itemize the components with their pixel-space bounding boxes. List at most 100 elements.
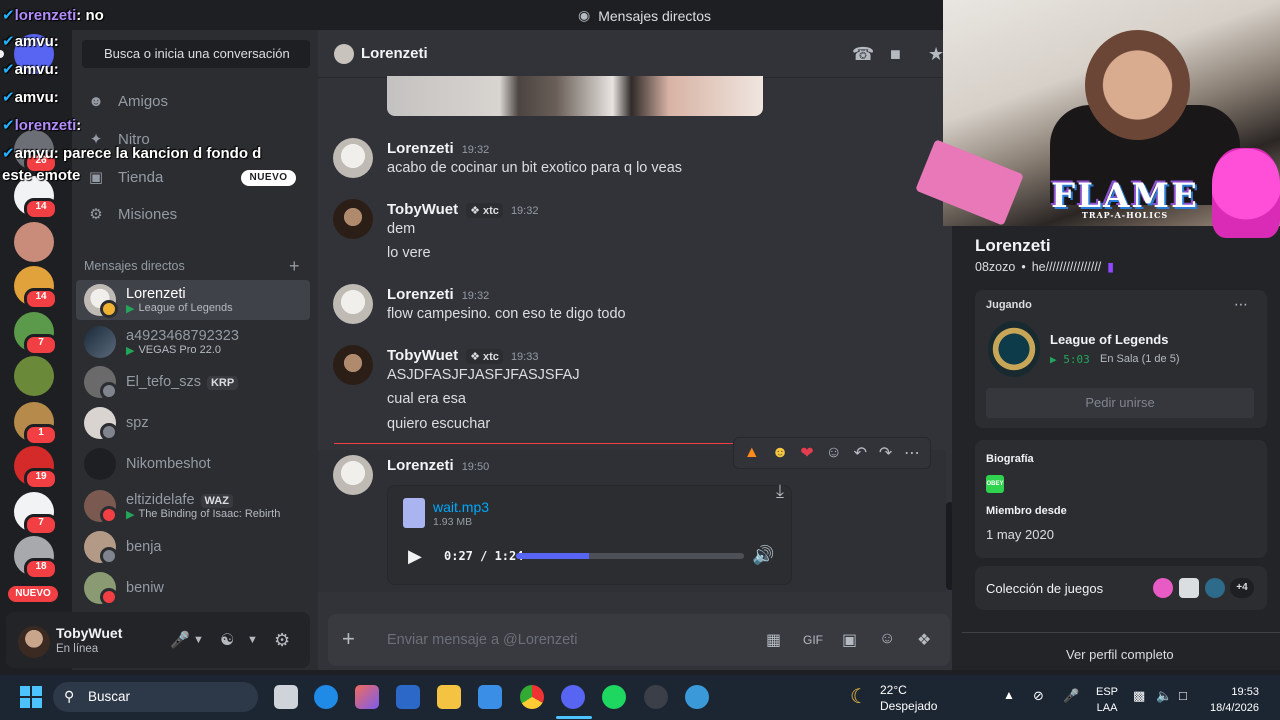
outlook-icon[interactable] (396, 685, 420, 709)
profile-handle-row: 08zozo • he//////////////// ▮ (975, 259, 1114, 275)
battery-icon[interactable]: □ (1179, 688, 1187, 703)
guild-tag-text: xtc (483, 205, 499, 217)
add-reaction-icon[interactable]: ☺ (825, 444, 841, 462)
ask-to-join-button[interactable]: Pedir unirse (986, 388, 1254, 418)
spotify-icon[interactable] (602, 685, 626, 709)
profile-handle: 08zozo (975, 259, 1016, 274)
clock-date: 18/4/2026 (1210, 702, 1259, 714)
forward-icon[interactable]: ↷ (879, 443, 892, 463)
nav-friends[interactable]: ☻ Amigos (78, 84, 310, 118)
weather-desc[interactable]: Despejado (880, 699, 937, 713)
server-icon[interactable] (14, 356, 54, 396)
dm-item[interactable]: eltizidelafe WAZ ▶ The Binding of Isaac: R… (76, 486, 310, 526)
twitch-icon[interactable]: ▮ (1107, 259, 1114, 274)
create-dm-icon[interactable]: + (289, 256, 300, 277)
app-icon[interactable] (685, 685, 709, 709)
crying-reaction-icon[interactable]: ☻ (772, 444, 789, 462)
dm-item[interactable]: benja (76, 527, 310, 567)
store-icon[interactable] (478, 685, 502, 709)
sticker-icon[interactable]: ▣ (842, 630, 857, 650)
dm-item[interactable]: Nikombeshot (76, 444, 310, 484)
add-attachment-icon[interactable]: + (342, 626, 355, 652)
new-pill[interactable]: NUEVO (8, 586, 58, 602)
settings-gear-icon[interactable]: ⚙ (274, 630, 290, 651)
message-avatar[interactable] (333, 284, 373, 324)
overlay-chat-line: ✔amvu: (2, 89, 59, 106)
message-avatar[interactable] (333, 138, 373, 178)
more-options-icon[interactable]: ⋯ (904, 443, 920, 463)
more-options-icon[interactable]: ⋯ (1234, 296, 1248, 313)
gamepad-icon: ▶ (126, 302, 135, 315)
network-off-icon[interactable]: ⊘ (1033, 688, 1044, 704)
message-avatar[interactable] (333, 199, 373, 239)
dm-item[interactable]: beniw (76, 568, 310, 608)
microphone-tray-icon[interactable]: 🎤 (1063, 688, 1079, 704)
dm-item[interactable]: El_tefo_szs KRP (76, 362, 310, 402)
search-conversation-button[interactable]: Busca o inicia una conversación (82, 40, 310, 68)
gift-icon[interactable]: ▦ (766, 630, 781, 650)
server-icon[interactable]: 7 (14, 312, 58, 356)
dot-separator: • (1021, 259, 1026, 274)
copilot-icon[interactable] (355, 685, 379, 709)
start-windows-icon[interactable] (20, 686, 42, 708)
image-attachment[interactable] (387, 76, 763, 116)
voice-call-icon[interactable]: ☎ (852, 44, 874, 65)
edge-icon[interactable] (314, 685, 338, 709)
message-author[interactable]: Lorenzeti (387, 140, 454, 157)
view-full-profile-link[interactable]: Ver perfil completo (1066, 647, 1174, 662)
user-name[interactable]: TobyWuet (56, 625, 122, 641)
display-icon[interactable]: ▩ (1133, 688, 1145, 704)
chevron-down-icon[interactable]: ▼ (247, 634, 258, 646)
composer-placeholder[interactable]: Enviar mensaje a @Lorenzeti (387, 632, 577, 648)
avatar (84, 326, 116, 358)
server-icon[interactable] (14, 222, 54, 262)
message-author[interactable]: Lorenzeti (387, 457, 454, 474)
clock[interactable]: 19:53 18/4/2026 (1210, 684, 1259, 716)
message-author[interactable]: TobyWuet (387, 347, 458, 364)
gif-icon[interactable]: GIF (803, 633, 823, 647)
chrome-icon[interactable] (520, 685, 544, 709)
file-name-link[interactable]: wait.mp3 (433, 499, 489, 515)
message-avatar[interactable] (333, 455, 373, 495)
dm-item[interactable]: a4923468792323 ▶ VEGAS Pro 22.0 (76, 322, 310, 362)
task-view-icon[interactable] (274, 685, 298, 709)
message-avatar[interactable] (333, 345, 373, 385)
speaker-icon[interactable]: 🔈 (1156, 688, 1172, 704)
language-indicator[interactable]: ESP LAA (1096, 684, 1118, 716)
taskbar-search[interactable]: Buscar (53, 682, 258, 712)
nav-quests[interactable]: ⚙ Misiones (78, 197, 310, 231)
message-header: Lorenzeti 19:32 (387, 140, 489, 157)
play-icon[interactable]: ▶ (408, 546, 422, 567)
user-avatar[interactable] (18, 626, 50, 658)
download-icon[interactable]: ⤓ (776, 481, 784, 502)
new-tag: NUEVO (241, 170, 296, 186)
video-call-icon[interactable]: ■ (890, 44, 901, 65)
chevron-down-icon[interactable]: ▼ (193, 634, 204, 646)
fire-reaction-icon[interactable]: ▲ (744, 444, 760, 462)
heart-reaction-icon[interactable]: ❤ (800, 443, 813, 463)
emoji-icon[interactable]: ☺ (879, 630, 895, 648)
pin-icon[interactable]: ★ (928, 44, 944, 65)
game-collection-label: Colección de juegos (986, 581, 1104, 596)
server-icon[interactable]: 7 (14, 492, 58, 536)
chevron-up-icon[interactable]: ▲ (1003, 688, 1015, 702)
server-icon[interactable]: 19 (14, 446, 58, 490)
headphones-icon[interactable]: ☯ (220, 630, 234, 650)
message-author[interactable]: Lorenzeti (387, 286, 454, 303)
microphone-icon[interactable]: 🎤 (170, 630, 190, 650)
server-badge: 7 (24, 334, 58, 356)
message-author[interactable]: TobyWuet (387, 201, 458, 218)
weather-temp[interactable]: 22°C (880, 683, 907, 697)
obs-icon[interactable] (644, 685, 668, 709)
audio-progress-bar[interactable] (516, 553, 744, 559)
discord-app-icon[interactable] (561, 685, 585, 709)
volume-icon[interactable]: 🔊 (752, 545, 774, 566)
file-explorer-icon[interactable] (437, 685, 461, 709)
server-icon[interactable]: 1 (14, 402, 58, 446)
dm-item[interactable]: Lorenzeti ▶ League of Legends (76, 280, 310, 320)
apps-icon[interactable]: ❖ (917, 630, 931, 650)
dm-item[interactable]: spz (76, 403, 310, 443)
server-icon[interactable]: 18 (14, 536, 58, 580)
server-icon[interactable]: 14 (14, 266, 58, 310)
reply-icon[interactable]: ↶ (854, 443, 867, 463)
